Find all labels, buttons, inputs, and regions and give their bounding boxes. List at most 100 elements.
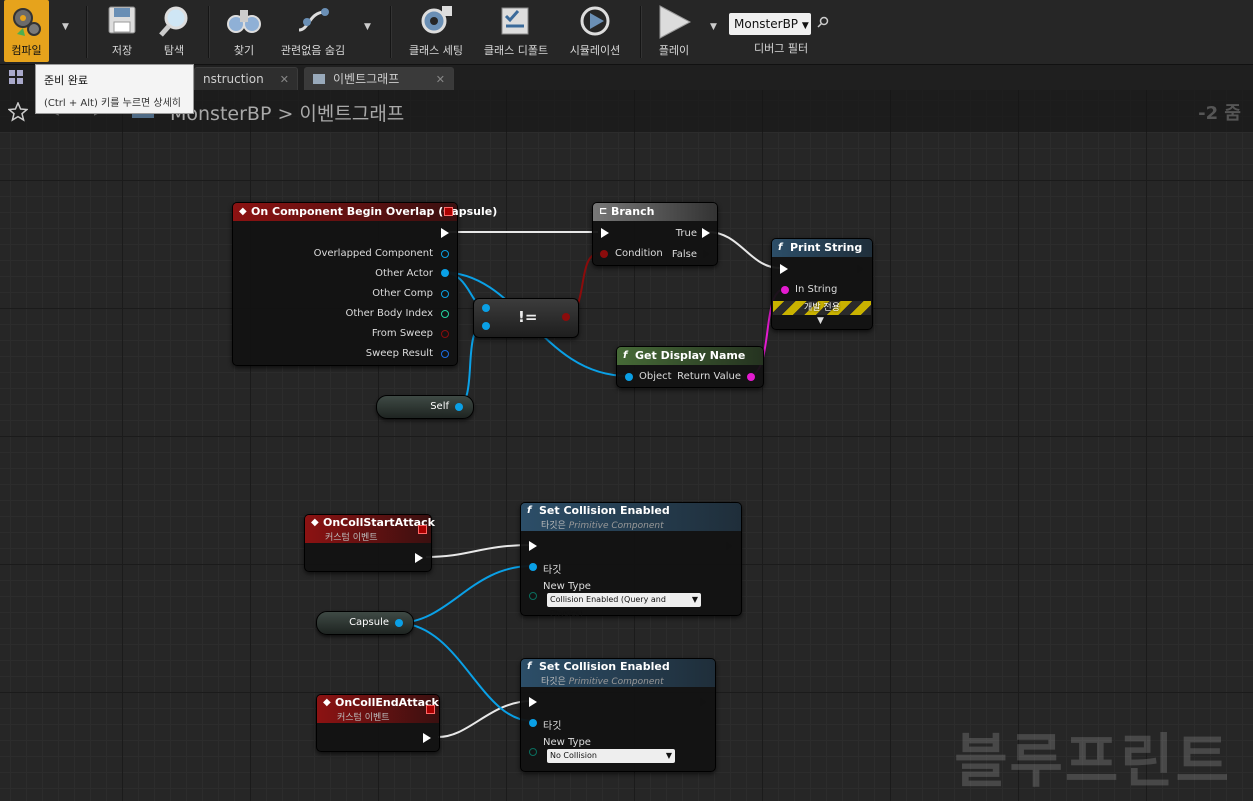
tab-event-graph[interactable]: 이벤트그래프 ✕ (304, 67, 454, 90)
pin-sweep-result: Sweep Result (365, 348, 433, 359)
expand-arrow-icon[interactable]: ▼ (817, 316, 824, 326)
tooltip-title: 준비 완료 (44, 74, 88, 87)
simulation-button[interactable]: 시뮬레이션 (562, 0, 628, 62)
exec-output-pin[interactable] (423, 733, 431, 743)
close-icon[interactable]: ✕ (436, 68, 445, 91)
play-button[interactable]: 플레이 (652, 0, 696, 62)
exec-output-pin[interactable] (441, 228, 449, 238)
node-self[interactable]: Self (376, 395, 474, 419)
collision-type-select[interactable]: No Collision ▼ (547, 749, 675, 763)
pin-in-string: In String (795, 284, 838, 295)
pin-dot[interactable] (441, 269, 449, 277)
pin-dot[interactable] (529, 592, 537, 600)
pin-dot[interactable] (455, 403, 463, 411)
pin-dot[interactable] (441, 350, 449, 358)
node-get-display-name[interactable]: f Get Display Name Object Return Value (616, 346, 764, 388)
exec-output-pin[interactable] (856, 264, 864, 274)
compile-gear-icon (13, 8, 41, 36)
node-on-coll-start-attack[interactable]: ◆ OnCollStartAttack 커스텀 이벤트 (304, 514, 435, 572)
close-icon[interactable]: ✕ (280, 68, 289, 91)
compile-label: 컴파일 (11, 44, 42, 57)
pin-true: True (675, 228, 697, 239)
pin-dot[interactable] (747, 373, 755, 381)
node-set-collision-enabled-1[interactable]: f Set Collision Enabled 타깃은 Primitive Comp… (520, 502, 742, 618)
compile-button[interactable]: 컴파일 (4, 0, 49, 62)
chevron-down-icon: ▼ (691, 595, 698, 604)
toolbar-divider (390, 6, 392, 58)
collision-type-select[interactable]: Collision Enabled (Query and Physics) ▼ (547, 593, 701, 618)
exec-input-pin[interactable] (601, 228, 609, 238)
star-icon[interactable] (8, 102, 28, 122)
exec-output-pin[interactable] (702, 249, 710, 259)
hide-unrelated-dropdown[interactable]: ▼ (364, 22, 371, 32)
pin-dot[interactable] (600, 250, 608, 258)
red-square-icon (426, 705, 435, 714)
pin-object: Object (639, 371, 672, 382)
pin-target: 타깃 (543, 565, 562, 576)
pin-dot[interactable] (441, 330, 449, 338)
node-branch[interactable]: ⊏ Branch Condition True False (592, 202, 718, 266)
play-options-dropdown[interactable]: ▼ (710, 22, 717, 32)
find-button[interactable]: 찾기 (222, 0, 266, 62)
pin-dot[interactable] (441, 310, 449, 318)
pin-dot[interactable] (562, 313, 570, 321)
node-subtitle: 타깃은 (541, 677, 566, 687)
pin-dot[interactable] (625, 373, 633, 381)
pin-dot[interactable] (781, 286, 789, 294)
hide-unrelated-label: 관련없음 숨김 (280, 44, 346, 57)
node-set-collision-enabled-2[interactable]: f Set Collision Enabled 타깃은 Primitive Comp… (520, 658, 716, 772)
graph-type-watermark: 블루프린트 (954, 727, 1231, 795)
grid-icon[interactable] (9, 70, 23, 84)
pin-other-body-index: Other Body Index (345, 308, 433, 319)
exec-input-pin[interactable] (529, 697, 537, 707)
pin-dot[interactable] (441, 250, 449, 258)
pin-false: False (671, 249, 697, 260)
class-settings-button[interactable]: 클래스 세팅 (402, 0, 470, 62)
chevron-down-icon: ▼ (665, 751, 672, 760)
collision-type-value: Collision Enabled (Query and Physics) (550, 595, 666, 618)
breadcrumb[interactable]: MonsterBP > 이벤트그래프 (170, 99, 404, 126)
pin-dot[interactable] (482, 304, 490, 312)
node-on-component-begin-overlap[interactable]: ◆ On Component Begin Overlap (Capsule) Ov… (232, 202, 497, 366)
class-settings-gear-icon (421, 6, 452, 34)
exec-input-pin[interactable] (529, 541, 537, 551)
pin-dot[interactable] (529, 719, 537, 727)
node-subtitle: 타깃은 (541, 521, 566, 531)
self-label: Self (430, 401, 449, 412)
pin-new-type: New Type (543, 737, 591, 748)
magnifier-icon (159, 6, 188, 37)
node-header: ◆ OnCollStartAttack 커스텀 이벤트 (305, 515, 435, 543)
pin-dot[interactable] (395, 619, 403, 627)
compile-options-dropdown[interactable]: ▼ (62, 22, 69, 32)
browse-button[interactable]: 탐색 (152, 0, 196, 62)
blueprint-editor: 컴파일 ▼ 저장 탐색 찾기 관련없음 숨김 ▼ 클래스 세팅 클래스 디폴트 … (0, 0, 1253, 801)
exec-output-pin[interactable] (415, 553, 423, 563)
debug-search-icon[interactable] (817, 16, 829, 28)
zoom-level: -2 줌 (1198, 103, 1241, 124)
node-on-coll-end-attack[interactable]: ◆ OnCollEndAttack 커스텀 이벤트 (316, 694, 440, 752)
exec-output-pin[interactable] (699, 697, 707, 707)
pin-dot[interactable] (482, 322, 490, 330)
node-print-string[interactable]: f Print String In String 개발 전용 ▼ (771, 238, 873, 330)
pin-dot[interactable] (529, 563, 537, 571)
save-button[interactable]: 저장 (100, 0, 144, 62)
exec-output-pin[interactable] (725, 541, 733, 551)
node-header: f Print String (772, 239, 872, 257)
function-icon: f (527, 661, 532, 672)
node-capsule[interactable]: Capsule (316, 611, 414, 635)
debug-object-select[interactable]: MonsterBP ▼ (729, 13, 811, 35)
capsule-label: Capsule (349, 617, 389, 628)
exec-input-pin[interactable] (780, 264, 788, 274)
event-diamond-icon: ◆ (239, 206, 247, 217)
class-defaults-button[interactable]: 클래스 디폴트 (478, 0, 554, 62)
pin-new-type: New Type (543, 581, 591, 592)
exec-output-pin[interactable] (702, 228, 710, 238)
node-not-equal[interactable]: != (473, 298, 579, 338)
tab-construction-script[interactable]: nstruction Scrip✕ (194, 67, 298, 109)
simulation-icon (580, 6, 610, 36)
node-title: On Component Begin Overlap (Capsule) (251, 205, 498, 218)
hide-unrelated-button[interactable]: 관련없음 숨김 (276, 0, 350, 62)
pin-dot[interactable] (441, 290, 449, 298)
pin-dot[interactable] (529, 748, 537, 756)
development-only-banner: 개발 전용 (773, 301, 871, 315)
